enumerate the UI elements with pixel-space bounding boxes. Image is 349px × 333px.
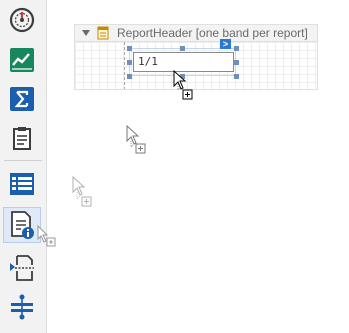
sparkline-tool[interactable]	[3, 42, 41, 78]
cross-band-line-icon	[11, 294, 33, 320]
resize-handle[interactable]	[127, 74, 132, 79]
page-info-control[interactable]: 1/1	[133, 52, 234, 72]
line-tool[interactable]	[3, 289, 41, 325]
resize-handle[interactable]	[234, 46, 239, 51]
left-margin-line	[124, 42, 125, 90]
resize-handle[interactable]	[234, 74, 239, 79]
smart-tag-button[interactable]: >	[220, 39, 231, 49]
page-break-tool[interactable]	[3, 250, 41, 286]
drag-copy-cursor	[173, 70, 197, 100]
page-info-tool[interactable]	[3, 207, 41, 243]
page-info-icon	[11, 211, 34, 239]
sparkline-icon	[10, 48, 34, 72]
resize-handle[interactable]	[234, 60, 239, 65]
sigma-icon	[10, 87, 34, 111]
resize-handle[interactable]	[180, 46, 185, 51]
resize-handle[interactable]	[127, 60, 132, 65]
drag-copy-cursor-icon	[173, 70, 193, 100]
resize-handle[interactable]	[127, 46, 132, 51]
gauge-icon	[9, 7, 35, 33]
toolbox-separator	[4, 160, 42, 161]
drag-copy-cursor-icon	[126, 125, 146, 154]
summary-tool[interactable]	[3, 81, 41, 117]
report-designer-surface[interactable]: ReportHeader [one band per report] > 1/1	[74, 0, 349, 333]
drag-copy-cursor	[72, 176, 96, 207]
table-icon	[10, 173, 34, 195]
drag-copy-cursor	[37, 225, 61, 251]
clipboard-tool[interactable]	[3, 120, 41, 156]
gauge-tool[interactable]	[3, 2, 41, 38]
toolbox	[0, 0, 47, 333]
page-break-icon	[10, 255, 34, 281]
table-tool[interactable]	[3, 166, 41, 202]
clipboard-icon	[13, 127, 31, 150]
drag-copy-cursor	[126, 125, 150, 154]
drag-copy-cursor-icon	[72, 176, 92, 207]
band-title: ReportHeader [one band per report]	[117, 26, 308, 40]
report-header-band-strip[interactable]: ReportHeader [one band per report]	[74, 24, 318, 42]
report-header-icon	[97, 26, 113, 40]
drag-copy-cursor-icon	[37, 225, 56, 247]
chevron-down-icon[interactable]	[81, 29, 97, 37]
